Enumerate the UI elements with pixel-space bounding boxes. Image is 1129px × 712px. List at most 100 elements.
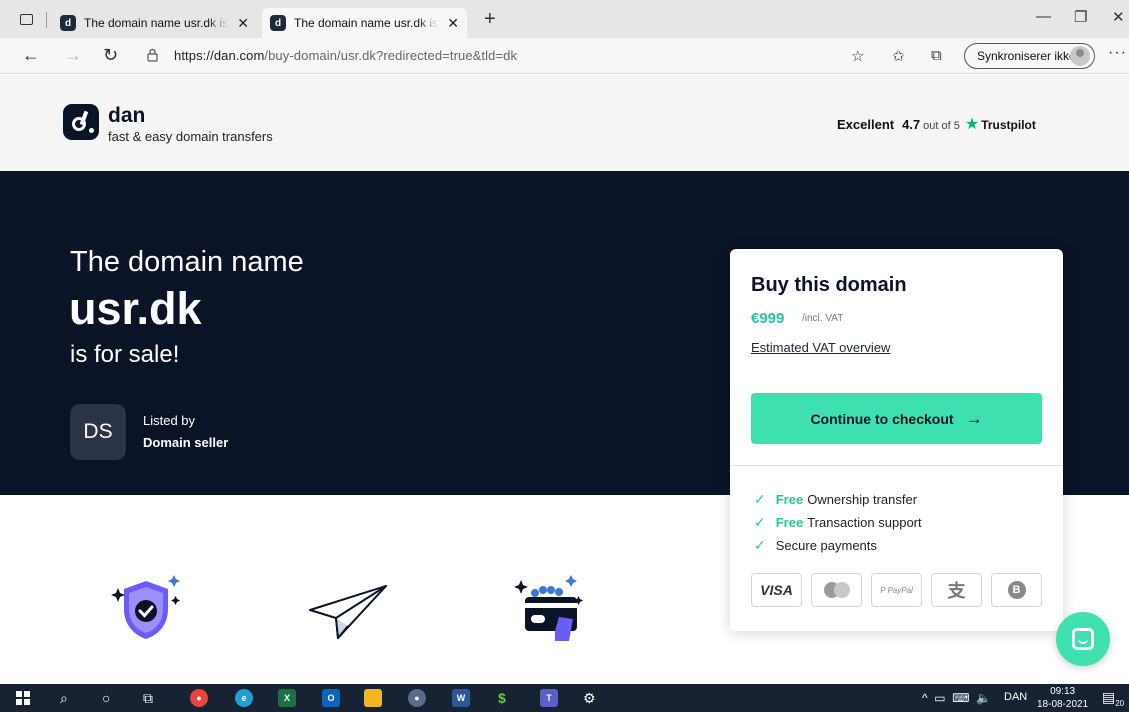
paper-plane-icon	[309, 585, 387, 639]
window-close-icon[interactable]: ✕	[1112, 8, 1125, 26]
trust-brand: Trustpilot	[981, 118, 1036, 132]
feature-text: Transaction support	[807, 515, 922, 530]
word-app-icon[interactable]: W	[452, 688, 470, 708]
hero-heading-line1: The domain name	[70, 246, 304, 278]
seller-name: Domain seller	[143, 435, 229, 450]
settings-gear-icon[interactable]: ⚙	[583, 688, 596, 708]
clock-date: 18-08-2021	[1037, 699, 1089, 710]
favorites-icon[interactable]: ✩	[892, 47, 905, 65]
feature-text: Secure payments	[775, 538, 877, 553]
chat-support-button[interactable]	[1056, 612, 1110, 666]
tab-separator	[46, 12, 47, 28]
clock-time: 09:13	[1050, 686, 1076, 697]
system-tray-icons[interactable]: ^ ▭ ⌨ 🔈	[922, 691, 991, 705]
check-icon: ✓	[754, 537, 766, 553]
seller-avatar: DS	[70, 404, 126, 460]
sync-profile-button[interactable]: Synkroniserer ikke	[964, 43, 1095, 69]
collections-icon[interactable]: ⧉	[931, 47, 942, 64]
mastercard-icon	[811, 573, 862, 607]
paypal-label: P PayPal	[880, 585, 913, 595]
outlook-app-icon[interactable]: O	[322, 688, 340, 708]
search-icon[interactable]: ⌕	[60, 688, 68, 708]
clock[interactable]: 09:13 18-08-2021	[1037, 685, 1088, 711]
alipay-label: 支	[947, 581, 966, 601]
trustpilot-rating[interactable]: Excellent 4.7 out of 5 ★ Trustpilot	[837, 114, 1036, 134]
restore-icon[interactable]: ❐	[1074, 8, 1087, 26]
back-arrow-icon[interactable]: ←	[22, 45, 40, 66]
feature-transaction-support: ✓ Free Transaction support	[754, 514, 922, 531]
hero-domain-name: usr.dk	[69, 283, 202, 334]
tab-title: The domain name usr.dk is for sale	[294, 16, 439, 30]
price-note: /incl. VAT	[802, 313, 844, 324]
buy-domain-card: Buy this domain €999 /incl. VAT Estimate…	[730, 249, 1063, 631]
trust-score: 4.7	[902, 117, 921, 132]
task-view-icon[interactable]: ⧉	[143, 688, 153, 708]
tab-title: The domain name usr.dk is for sale	[84, 16, 229, 30]
listed-by-label: Listed by	[143, 413, 196, 428]
notification-count: 20	[1115, 698, 1125, 708]
file-explorer-app-icon[interactable]	[364, 688, 382, 708]
refresh-icon[interactable]: ↻	[103, 45, 118, 66]
trust-label: Excellent	[837, 117, 895, 132]
close-tab-icon[interactable]: ✕	[237, 15, 249, 32]
tab-actions-icon[interactable]	[20, 14, 33, 25]
logo-tagline: fast & easy domain transfers	[108, 129, 273, 144]
feature-text: Ownership transfer	[807, 492, 918, 507]
feature-ownership-transfer: ✓ Free Ownership transfer	[754, 491, 917, 508]
url-path: /buy-domain/usr.dk?redirected=true&tld=d…	[264, 48, 518, 63]
browser-tab-1[interactable]: d The domain name usr.dk is for sale ✕	[52, 8, 257, 38]
feature-free-label: Free	[775, 492, 804, 507]
lock-icon[interactable]	[147, 48, 158, 62]
alipay-icon: 支	[931, 573, 982, 607]
forward-arrow-icon[interactable]: →	[64, 45, 82, 66]
url-input[interactable]: https://dan.com/buy-domain/usr.dk?redire…	[174, 48, 517, 63]
dan-logo-icon: d	[270, 15, 286, 31]
check-icon: ✓	[754, 491, 766, 507]
check-icon: ✓	[754, 514, 766, 530]
site-header: dan fast & easy domain transfers Excelle…	[0, 75, 1129, 171]
browser-tab-bar: d The domain name usr.dk is for sale ✕ d…	[0, 0, 1129, 38]
address-bar-row: ← → ↻ https://dan.com/buy-domain/usr.dk?…	[0, 38, 1129, 74]
browser-tab-2-active[interactable]: d The domain name usr.dk is for sale ✕	[262, 8, 467, 38]
hero-heading-line3: is for sale!	[70, 341, 180, 368]
dan-logo-icon[interactable]	[63, 104, 99, 140]
paypal-icon: P PayPal	[871, 573, 922, 607]
app-icon[interactable]: ●	[408, 688, 426, 708]
minimize-icon[interactable]: —	[1036, 8, 1051, 25]
language-indicator[interactable]: DAN	[1004, 691, 1027, 703]
windows-taskbar: ⌕ ○ ⧉ ● e X O ● W $ T ⚙ ^ ▭ ⌨ 🔈 DAN 09:1…	[0, 684, 1129, 712]
new-tab-icon[interactable]: +	[484, 8, 496, 31]
add-favorite-icon[interactable]: ☆	[851, 47, 864, 65]
trustpilot-star-icon: ★	[964, 116, 980, 133]
notifications-icon[interactable]: ▤20	[1102, 689, 1124, 708]
visa-label: VISA	[760, 582, 793, 598]
excel-app-icon[interactable]: X	[278, 688, 296, 708]
arrow-right-icon: →	[965, 408, 983, 428]
bitcoin-label: B	[1007, 581, 1026, 599]
buy-card-title: Buy this domain	[751, 274, 907, 296]
continue-to-checkout-button[interactable]: Continue to checkout →	[751, 393, 1042, 444]
profile-avatar-icon	[1070, 46, 1090, 66]
edge-app-icon[interactable]: e	[235, 688, 253, 708]
more-menu-icon[interactable]: ···	[1108, 44, 1127, 62]
price: €999	[751, 310, 785, 327]
visa-icon: VISA	[751, 573, 802, 607]
feature-secure-payments: ✓ Secure payments	[754, 537, 877, 554]
cortana-icon[interactable]: ○	[102, 688, 110, 708]
chat-icon	[1072, 628, 1094, 650]
shield-check-icon	[111, 575, 180, 639]
divider	[730, 465, 1063, 466]
checkout-label: Continue to checkout	[810, 410, 954, 427]
logo-name[interactable]: dan	[108, 104, 145, 128]
windows-start-icon[interactable]	[16, 688, 30, 708]
url-host: https://dan.com	[174, 48, 265, 63]
feature-free-label: Free	[775, 515, 804, 530]
close-tab-icon[interactable]: ✕	[447, 15, 459, 32]
trust-outof: out of 5	[923, 120, 960, 132]
app-icon[interactable]: $	[498, 688, 506, 708]
bitcoin-icon: B	[991, 573, 1042, 607]
chrome-app-icon[interactable]: ●	[190, 688, 208, 708]
vat-overview-link[interactable]: Estimated VAT overview	[751, 340, 890, 355]
payment-card-icon	[514, 575, 583, 641]
teams-app-icon[interactable]: T	[540, 688, 558, 708]
